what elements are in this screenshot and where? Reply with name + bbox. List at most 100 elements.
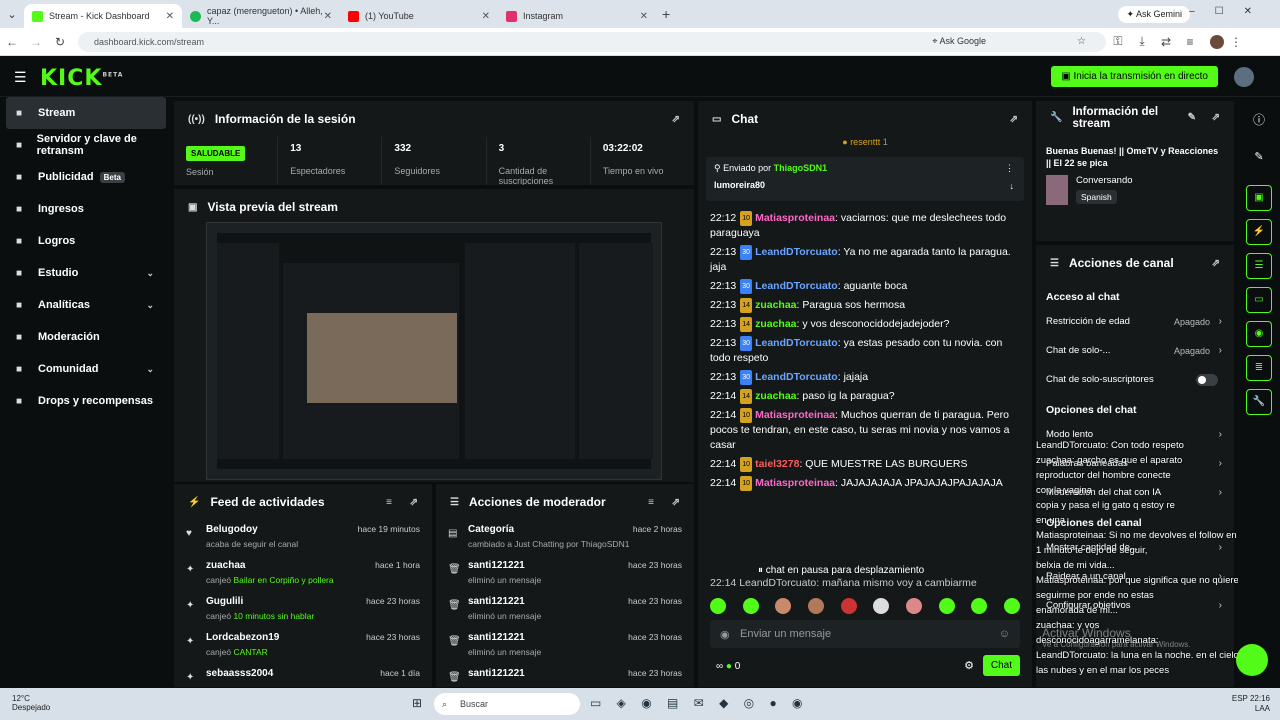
msg-user[interactable]: LeandDTorcuato: [755, 337, 838, 349]
stream-preview-video[interactable]: [206, 222, 662, 480]
translate-icon[interactable]: ⇄: [1154, 35, 1178, 49]
chat-message[interactable]: 22:13 30 LeandDTorcuato: aguante boca: [698, 277, 1032, 296]
download-icon[interactable]: ⤓: [1130, 34, 1154, 49]
chat-message[interactable]: 22:13 30 LeandDTorcuato: ya estas pesado c…: [698, 334, 1032, 368]
window-controls[interactable]: –☐✕: [1189, 6, 1272, 17]
feed-item[interactable]: ✦ sebaasss2004 hace 1 día: [174, 664, 432, 687]
channel-action-item[interactable]: Restricción de edad Apagado ›: [1036, 307, 1234, 336]
popout-icon[interactable]: ⇗: [672, 114, 680, 125]
pinned-message[interactable]: ⚲ Enviado por ThiagoSDN1 lumoreira80 ⋮ ↓: [706, 157, 1024, 201]
chat-message[interactable]: 22:13 30 LeandDTorcuato: jajaja: [698, 368, 1032, 387]
chevron-down-icon[interactable]: ⌄: [146, 300, 154, 311]
chat-fab-icon[interactable]: [1236, 644, 1268, 676]
chevron-right-icon[interactable]: ›: [1219, 345, 1222, 356]
chat-input[interactable]: ◉ Enviar un mensaje ☺: [710, 620, 1020, 648]
sidebar-item[interactable]: ■ Stream: [6, 97, 166, 129]
sidebar-item[interactable]: ■ Servidor y clave de retransm: [0, 129, 172, 161]
emoji-icon[interactable]: ☺: [999, 628, 1010, 640]
mod-action-item[interactable]: 🗑 santi121221 hace 23 horas: [436, 664, 694, 687]
tab-list-chevron-icon[interactable]: ⌄: [0, 8, 24, 21]
pinned-apps[interactable]: ▭ ◈ ◉ ▤ ✉ ◆ ◎ ● ◉: [590, 696, 809, 710]
tab-close-icon[interactable]: ✕: [640, 11, 648, 22]
forward-arrow-icon[interactable]: →: [24, 35, 48, 49]
mod-action-item[interactable]: 🗑 santi121221 eliminó un mensaje hace 23…: [436, 628, 694, 664]
emote-icon[interactable]: [807, 598, 824, 614]
list-tool-icon[interactable]: ☰: [1246, 253, 1272, 279]
channel-action-item[interactable]: Chat de solo-suscriptores: [1036, 365, 1234, 394]
more-dots-icon[interactable]: ⋮: [1005, 163, 1014, 174]
start-button-icon[interactable]: ⊞: [412, 696, 428, 710]
hamburger-menu-icon[interactable]: ☰: [14, 69, 27, 86]
msg-user[interactable]: LeandDTorcuato: [755, 246, 838, 258]
emote-icon[interactable]: [840, 598, 857, 614]
chat-tool-icon[interactable]: ▭: [1246, 287, 1272, 313]
browser-tab-instagram[interactable]: Instagram ✕: [498, 4, 656, 28]
chevron-down-icon[interactable]: ⌄: [146, 268, 154, 279]
mod-action-item[interactable]: 🗑 santi121221 eliminó un mensaje hace 23…: [436, 592, 694, 628]
msg-user[interactable]: zuachaa: [755, 318, 796, 330]
expand-arrow-icon[interactable]: ↓: [1010, 181, 1015, 191]
layout-tool-icon[interactable]: ▣: [1246, 185, 1272, 211]
tab-close-icon[interactable]: ✕: [482, 11, 490, 22]
send-chat-button[interactable]: Chat: [982, 655, 1020, 676]
tab-close-icon[interactable]: ✕: [324, 11, 332, 22]
emote-icon[interactable]: [905, 598, 922, 614]
mod-action-item[interactable]: 🗑 santi121221 eliminó un mensaje hace 23…: [436, 556, 694, 592]
reading-list-icon[interactable]: ≡: [1178, 35, 1202, 49]
popout-icon[interactable]: ⇗: [410, 497, 418, 508]
sidebar-item[interactable]: ■ Analíticas ⌄: [0, 289, 172, 321]
emote-icon[interactable]: [938, 598, 955, 614]
go-live-button[interactable]: ▣ Inicia la transmisión en directo: [1051, 66, 1218, 87]
stack-tool-icon[interactable]: ≣: [1246, 355, 1272, 381]
kick-logo[interactable]: KICKBETA: [40, 66, 123, 91]
popout-icon[interactable]: ⇗: [672, 497, 680, 508]
msg-user[interactable]: Matiasproteinaa: [755, 212, 835, 224]
weather-widget[interactable]: 12°C Despejado: [12, 694, 50, 712]
sidebar-item[interactable]: ■ Drops y recompensas: [0, 385, 172, 417]
tab-close-icon[interactable]: ✕: [166, 11, 174, 22]
emote-icon[interactable]: [710, 598, 726, 614]
emote-icon[interactable]: [971, 598, 988, 614]
emote-icon[interactable]: [873, 598, 890, 614]
settings-gear-icon[interactable]: ⚙: [964, 659, 974, 672]
msg-user[interactable]: LeandDTorcuato: [755, 280, 838, 292]
chat-message[interactable]: 22:14 10 taiel3278: QUE MUESTRE LAS BURGUE…: [698, 455, 1032, 474]
chat-message[interactable]: 22:14 10 Matiasproteinaa: JAJAJAJAJA JPAJA…: [698, 474, 1032, 493]
ask-google-button[interactable]: ⌖ Ask Google: [932, 36, 986, 47]
profile-avatar[interactable]: [1210, 34, 1224, 49]
info-icon[interactable]: ⓘ: [1238, 111, 1280, 128]
filter-icon[interactable]: ≡: [648, 497, 654, 508]
chat-message[interactable]: 22:13 30 LeandDTorcuato: Ya no me agarada …: [698, 243, 1032, 277]
edit-icon[interactable]: ✎: [1238, 150, 1280, 163]
chevron-right-icon[interactable]: ›: [1219, 316, 1222, 327]
feed-item[interactable]: ♥ Belugodoy acaba de seguir el canal hac…: [174, 520, 432, 556]
emote-icon[interactable]: [742, 598, 759, 614]
popout-icon[interactable]: ⇗: [1212, 112, 1220, 124]
chevron-down-icon[interactable]: ⌄: [146, 364, 154, 375]
chat-message[interactable]: 22:14 10 Matiasproteinaa: Muchos querran d…: [698, 406, 1032, 455]
flash-tool-icon[interactable]: ⚡: [1246, 219, 1272, 245]
feed-item[interactable]: ✦ zuachaa canjeó Bailar en Corpiño y pol…: [174, 556, 432, 592]
password-key-icon[interactable]: ⚿: [1106, 34, 1130, 49]
menu-dots-icon[interactable]: ⋮: [1224, 35, 1248, 49]
chat-points[interactable]: ∞ ● 0: [716, 661, 740, 672]
emote-icon[interactable]: [775, 598, 792, 614]
popout-icon[interactable]: ⇗: [1212, 258, 1220, 269]
wrench-tool-icon[interactable]: 🔧: [1246, 389, 1272, 415]
channel-action-item[interactable]: Chat de solo-... Apagado ›: [1036, 336, 1234, 365]
msg-user[interactable]: zuachaa: [755, 299, 796, 311]
browser-tab-spotify[interactable]: capaz (merengueton) • Alleh, Y... ✕: [182, 4, 340, 28]
popout-icon[interactable]: ⇗: [1010, 114, 1018, 125]
msg-user[interactable]: LeandDTorcuato: [755, 371, 838, 383]
filter-icon[interactable]: ≡: [386, 497, 392, 508]
msg-user[interactable]: Matiasproteinaa: [755, 477, 835, 489]
sidebar-item[interactable]: ■ Estudio ⌄: [0, 257, 172, 289]
top-gifter[interactable]: ● resenttt 1: [698, 137, 1032, 153]
sidebar-item[interactable]: ■ Ingresos: [0, 193, 172, 225]
edit-pencil-icon[interactable]: ✎: [1188, 112, 1196, 124]
address-bar[interactable]: dashboard.kick.com/stream ⌖ Ask Google ☆: [78, 31, 1106, 52]
taskbar-search[interactable]: ⌕ Buscar: [434, 693, 580, 715]
feed-item[interactable]: ✦ Gugulili canjeó 10 minutos sin hablar …: [174, 592, 432, 628]
feed-item[interactable]: ✦ Lordcabezon19 canjeó CANTAR hace 23 ho…: [174, 628, 432, 664]
chat-paused-notice[interactable]: ⏸ chat en pausa para desplazamiento: [758, 565, 924, 576]
